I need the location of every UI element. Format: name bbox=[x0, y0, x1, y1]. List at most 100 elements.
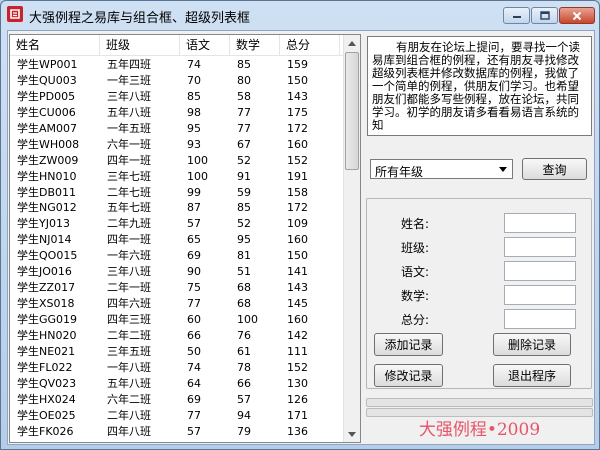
cell-math: 57 bbox=[237, 392, 251, 406]
intro-textbox[interactable]: 有朋友在论坛上提问，要寻找一个读易库到组合框的例程，还有朋友寻找修改超级列表框并… bbox=[367, 36, 592, 136]
cell-math: 61 bbox=[237, 344, 251, 358]
table-row[interactable]: 学生FK026 四年八班 57 79 136 bbox=[10, 424, 344, 440]
cell-total: 109 bbox=[287, 217, 308, 231]
grade-filter-select[interactable]: 所有年级 bbox=[370, 159, 513, 179]
cell-math: 52 bbox=[237, 217, 251, 231]
cell-chinese: 98 bbox=[187, 105, 201, 119]
table-row[interactable]: 学生QO015 一年六班 69 81 150 bbox=[10, 248, 344, 264]
table-row[interactable]: 学生FL022 一年八班 74 78 152 bbox=[10, 360, 344, 376]
column-header-math[interactable]: 数学 bbox=[230, 35, 280, 56]
table-row[interactable]: 学生HN020 二年二班 66 76 142 bbox=[10, 328, 344, 344]
scroll-up-arrow-icon[interactable] bbox=[344, 35, 360, 51]
student-list[interactable]: 姓名 班级 语文 数学 总分 学生WP001 五年四班 74 85 159 学生QU003… bbox=[9, 34, 361, 443]
scroll-thumb[interactable] bbox=[345, 52, 359, 170]
title-bar[interactable]: 大强例程之易库与组合框、超级列表框 bbox=[1, 1, 599, 29]
cell-class: 五年四班 bbox=[107, 58, 151, 71]
cell-name: 学生AM007 bbox=[17, 121, 78, 135]
cell-total: 160 bbox=[287, 137, 308, 151]
table-row[interactable]: 学生OE025 二年八班 77 94 171 bbox=[10, 408, 344, 424]
class-field[interactable] bbox=[504, 237, 576, 257]
math-field[interactable] bbox=[504, 285, 576, 305]
table-row[interactable]: 学生JO016 三年八班 90 51 141 bbox=[10, 264, 344, 280]
cell-math: 58 bbox=[237, 89, 251, 103]
table-row[interactable]: 学生CU006 五年八班 98 77 175 bbox=[10, 105, 344, 121]
exit-program-button[interactable]: 退出程序 bbox=[493, 364, 571, 387]
cell-total: 172 bbox=[287, 121, 308, 135]
cell-total: 171 bbox=[287, 408, 308, 422]
total-field[interactable] bbox=[504, 309, 576, 329]
cell-chinese: 60 bbox=[187, 313, 201, 326]
table-row[interactable]: 学生WH008 六年一班 93 67 160 bbox=[10, 137, 344, 153]
add-record-button[interactable]: 添加记录 bbox=[374, 333, 443, 356]
cell-name: 学生QO015 bbox=[17, 249, 78, 263]
table-row[interactable]: 学生QU003 一年三班 70 80 150 bbox=[10, 73, 344, 89]
table-row[interactable]: 学生DB011 二年七班 99 59 158 bbox=[10, 185, 344, 201]
cell-class: 一年三班 bbox=[107, 73, 151, 87]
cell-class: 三年五班 bbox=[107, 344, 151, 358]
column-header-total[interactable]: 总分 bbox=[280, 35, 340, 56]
maximize-icon bbox=[539, 11, 550, 20]
close-button[interactable] bbox=[559, 7, 595, 24]
cell-math: 91 bbox=[237, 169, 251, 183]
cell-total: 152 bbox=[287, 153, 308, 167]
cell-chinese: 74 bbox=[187, 360, 201, 374]
cell-class: 二年八班 bbox=[107, 408, 151, 422]
cell-name: 学生NG012 bbox=[17, 201, 77, 215]
cell-math: 59 bbox=[237, 185, 251, 199]
cell-class: 一年八班 bbox=[107, 360, 151, 374]
cell-class: 一年六班 bbox=[107, 249, 151, 263]
grade-filter-value: 所有年级 bbox=[375, 165, 424, 179]
query-button[interactable]: 查询 bbox=[522, 158, 587, 180]
column-header-chinese[interactable]: 语文 bbox=[180, 35, 230, 56]
cell-math: 100 bbox=[237, 313, 258, 326]
cell-class: 四年一班 bbox=[107, 153, 151, 167]
cell-name: 学生OE025 bbox=[17, 408, 76, 422]
cell-name: 学生CU006 bbox=[17, 105, 76, 119]
cell-chinese: 90 bbox=[187, 265, 201, 279]
chevron-down-icon bbox=[499, 167, 507, 172]
column-header-name[interactable]: 姓名 bbox=[10, 35, 100, 56]
table-row[interactable]: 学生NE021 三年五班 50 61 111 bbox=[10, 344, 344, 360]
cell-chinese: 69 bbox=[187, 249, 201, 263]
minimize-button[interactable] bbox=[503, 7, 530, 24]
edit-record-button[interactable]: 修改记录 bbox=[374, 364, 443, 387]
table-row[interactable]: 学生NG012 五年七班 87 85 172 bbox=[10, 200, 344, 216]
window-title: 大强例程之易库与组合框、超级列表框 bbox=[29, 11, 251, 26]
math-label: 数学: bbox=[400, 289, 429, 303]
table-row[interactable]: 学生WP001 五年四班 74 85 159 bbox=[10, 57, 344, 73]
table-row[interactable]: 学生YJ013 二年九班 57 52 109 bbox=[10, 216, 344, 232]
scroll-down-arrow-icon[interactable] bbox=[344, 426, 360, 442]
maximize-button[interactable] bbox=[531, 7, 558, 24]
table-row[interactable]: 学生NJ014 四年一班 65 95 160 bbox=[10, 232, 344, 248]
name-field[interactable] bbox=[504, 213, 576, 233]
cell-math: 67 bbox=[237, 137, 251, 151]
cell-total: 150 bbox=[287, 249, 308, 263]
cell-chinese: 69 bbox=[187, 392, 201, 406]
table-row[interactable]: 学生AM007 一年五班 95 77 172 bbox=[10, 121, 344, 137]
close-icon bbox=[572, 11, 582, 20]
cell-name: 学生NE021 bbox=[17, 344, 76, 358]
cell-name: 学生FK026 bbox=[17, 424, 74, 438]
table-row[interactable]: 学生HN010 三年七班 100 91 191 bbox=[10, 169, 344, 185]
cell-math: 85 bbox=[237, 58, 251, 71]
list-scrollbar[interactable] bbox=[343, 35, 360, 442]
cell-name: 学生WP001 bbox=[17, 58, 78, 71]
table-row[interactable]: 学生PD005 三年八班 85 58 143 bbox=[10, 89, 344, 105]
column-header-class[interactable]: 班级 bbox=[100, 35, 180, 56]
cell-chinese: 74 bbox=[187, 58, 201, 71]
table-row[interactable]: 学生HX024 六年二班 69 57 126 bbox=[10, 392, 344, 408]
progress-bar-top bbox=[366, 398, 593, 407]
app-icon bbox=[7, 6, 23, 22]
table-row[interactable]: 学生QV023 五年八班 64 66 130 bbox=[10, 376, 344, 392]
table-row[interactable]: 学生ZW009 四年一班 100 52 152 bbox=[10, 153, 344, 169]
table-row[interactable]: 学生ZZ017 二年一班 75 68 143 bbox=[10, 280, 344, 296]
cell-class: 四年八班 bbox=[107, 424, 151, 438]
cell-class: 二年一班 bbox=[107, 281, 151, 295]
table-row[interactable]: 学生XS018 四年六班 77 68 145 bbox=[10, 296, 344, 312]
cell-chinese: 70 bbox=[187, 73, 201, 87]
table-row[interactable]: 学生GG019 四年三班 60 100 160 bbox=[10, 312, 344, 328]
cell-class: 三年七班 bbox=[107, 169, 151, 183]
cell-math: 94 bbox=[237, 408, 251, 422]
delete-record-button[interactable]: 删除记录 bbox=[493, 333, 571, 356]
chinese-field[interactable] bbox=[504, 261, 576, 281]
